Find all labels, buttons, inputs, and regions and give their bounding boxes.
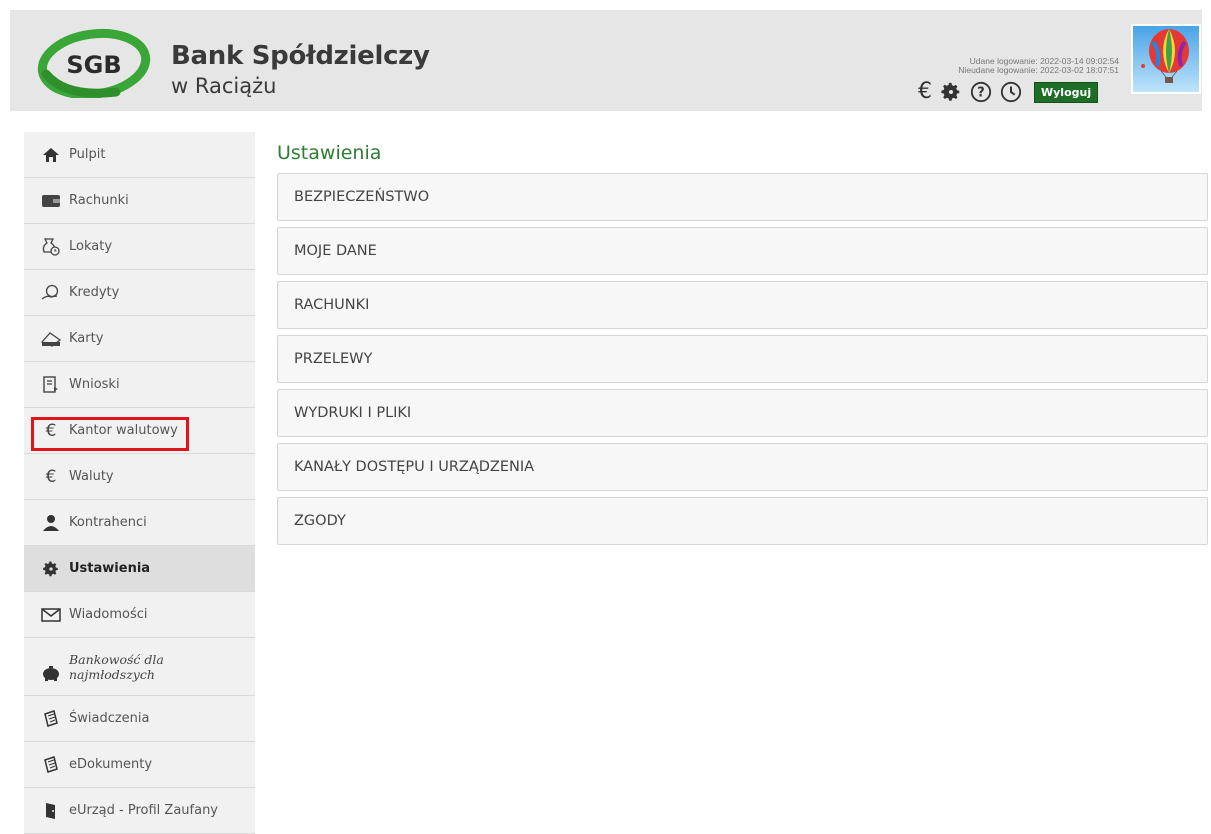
sidebar-item-label: Kantor walutowy (69, 423, 178, 438)
sidebar-item-label: Wiadomości (69, 607, 148, 622)
sidebar-item-label: Bankowość dla najmłodszych (69, 651, 164, 682)
sidebar-item-label: Pulpit (69, 147, 106, 162)
page-title: Ustawienia (277, 142, 382, 164)
envelope-icon (40, 605, 62, 625)
bank-name: Bank Spółdzielczy (171, 41, 430, 71)
loan-icon (40, 283, 62, 303)
gear-icon[interactable] (940, 80, 962, 104)
sidebar-item-rachunki[interactable]: Rachunki (24, 178, 255, 224)
sidebar-item-wnioski[interactable]: Wnioski (24, 362, 255, 408)
sidebar-item-karty[interactable]: Karty (24, 316, 255, 362)
svg-text:?: ? (977, 86, 984, 101)
history-icon[interactable] (1000, 80, 1022, 104)
sgb-logo[interactable]: SGB (36, 26, 156, 98)
document-icon (40, 755, 62, 775)
sidebar-item-label: eDokumenty (69, 757, 153, 772)
contacts-icon (40, 513, 62, 533)
last-login-failed: Nieudane logowanie: 2022-03-02 18:07:51 (958, 65, 1119, 75)
sidebar-item-kredyty[interactable]: Kredyty (24, 270, 255, 316)
login-info: Udane logowanie: 2022-03-14 09:02:54 Nie… (958, 57, 1119, 75)
sidebar-item-wiadomosci[interactable]: Wiadomości (24, 592, 255, 638)
bank-location: w Raciążu (171, 74, 277, 98)
avatar[interactable] (1131, 24, 1201, 94)
wallet-icon (40, 191, 62, 211)
logo-text: SGB (66, 51, 121, 79)
euro-icon[interactable]: € (918, 80, 932, 104)
sidebar-item-label: Kredyty (69, 285, 120, 300)
sidebar-item-label: Kontrahenci (69, 515, 147, 530)
sidebar-item-label: Rachunki (69, 193, 129, 208)
euro-icon: € (45, 466, 57, 487)
sidebar-item-bankowosc-dla-najmlodszych[interactable]: Bankowość dla najmłodszych (24, 638, 255, 696)
settings-section-kanaly-dostepu[interactable]: KANAŁY DOSTĘPU I URZĄDZENIA (277, 443, 1208, 491)
settings-section-moje-dane[interactable]: MOJE DANE (277, 227, 1208, 275)
sidebar-item-ustawienia[interactable]: Ustawienia (24, 546, 255, 592)
sidebar-item-pulpit[interactable]: Pulpit (24, 132, 255, 178)
sidebar-item-label: Lokaty (69, 239, 113, 254)
settings-section-bezpieczenstwo[interactable]: BEZPIECZEŃSTWO (277, 173, 1208, 221)
sidebar-item-label: Wnioski (69, 377, 120, 392)
deposit-icon (40, 237, 62, 257)
sidebar-item-waluty[interactable]: € Waluty (24, 454, 255, 500)
sidebar-item-edokumenty[interactable]: eDokumenty (24, 742, 255, 788)
sidebar-item-kantor-walutowy[interactable]: € Kantor walutowy (24, 408, 255, 454)
piggy-bank-icon (40, 663, 62, 683)
sidebar-item-kontrahenci[interactable]: Kontrahenci (24, 500, 255, 546)
sidebar-item-label: Karty (69, 331, 104, 346)
settings-section-wydruki-i-pliki[interactable]: WYDRUKI I PLIKI (277, 389, 1208, 437)
balloon-image (1133, 26, 1199, 92)
sidebar-item-label: Ustawienia (69, 561, 151, 576)
sidebar-item-eurzad-profil-zaufany[interactable]: eUrząd - Profil Zaufany (24, 788, 255, 834)
card-icon (40, 329, 62, 349)
settings-section-przelewy[interactable]: PRZELEWY (277, 335, 1208, 383)
header: SGB Bank Spółdzielczy w Raciążu Udane lo… (10, 10, 1202, 111)
gear-icon (40, 559, 62, 579)
header-toolbar: € ? Wyloguj (918, 80, 1099, 104)
sidebar-item-lokaty[interactable]: Lokaty (24, 224, 255, 270)
sidebar-item-label: Świadczenia (69, 711, 150, 726)
sidebar-item-label: eUrząd - Profil Zaufany (69, 803, 218, 818)
sidebar-item-label: Waluty (69, 469, 114, 484)
logout-button[interactable]: Wyloguj (1034, 81, 1099, 103)
sidebar-nav: Pulpit Rachunki Lokaty Kredyty Karty Wni… (24, 132, 255, 834)
euro-icon: € (45, 420, 57, 441)
application-icon (40, 375, 62, 395)
main-content: Ustawienia BEZPIECZEŃSTWO MOJE DANE RACH… (277, 132, 1208, 551)
settings-section-zgody[interactable]: ZGODY (277, 497, 1208, 545)
door-icon (40, 801, 62, 821)
home-icon (40, 145, 62, 165)
help-icon[interactable]: ? (970, 80, 992, 104)
settings-section-rachunki[interactable]: RACHUNKI (277, 281, 1208, 329)
document-icon (40, 709, 62, 729)
sidebar-item-swiadczenia[interactable]: Świadczenia (24, 696, 255, 742)
